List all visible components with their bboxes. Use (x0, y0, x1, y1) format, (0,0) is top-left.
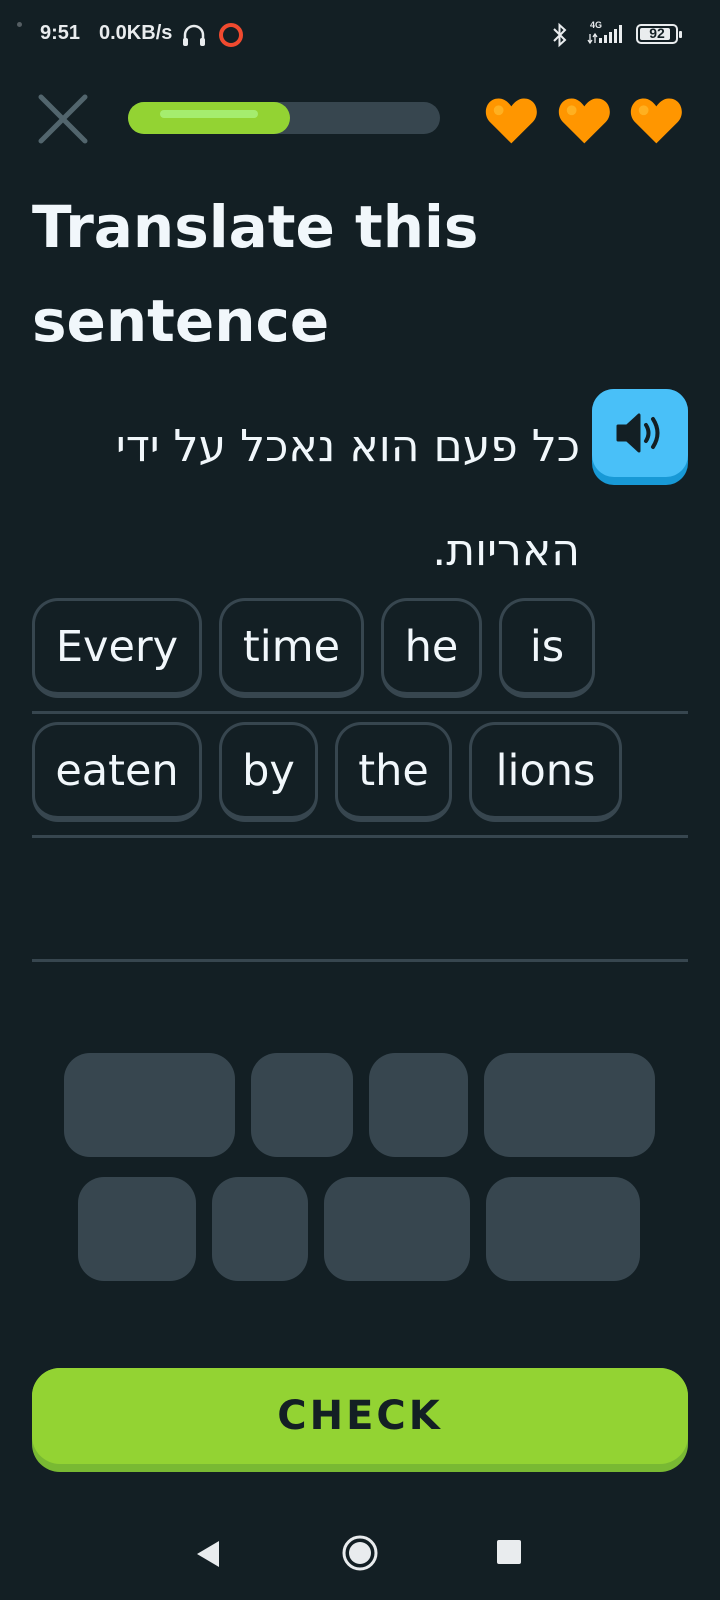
heart-icon (558, 98, 610, 144)
record-ring-icon (219, 23, 243, 47)
bluetooth-icon (553, 22, 567, 48)
recents-icon[interactable] (496, 1539, 522, 1565)
progress-shine (160, 110, 258, 118)
close-icon[interactable] (36, 92, 90, 146)
word-bank-slot (212, 1177, 308, 1281)
page-title: Translate this sentence (32, 193, 479, 355)
speaker-icon (616, 413, 660, 453)
word-bank-slot (64, 1053, 235, 1157)
check-button[interactable]: CHECK (32, 1368, 688, 1472)
prompt-sentence[interactable]: כל פעם הוא נאכל על ידי האריות. (60, 395, 580, 603)
answer-tile[interactable]: lions (469, 722, 622, 822)
answer-tile[interactable]: Every (32, 598, 202, 698)
system-nav-bar (0, 1508, 720, 1600)
home-icon[interactable] (341, 1534, 379, 1572)
answer-line (32, 959, 688, 962)
signal-icon (587, 25, 622, 45)
answer-tile[interactable]: eaten (32, 722, 202, 822)
hearts-group (484, 94, 684, 150)
back-icon[interactable] (195, 1539, 221, 1569)
heart-icon (631, 98, 683, 144)
word-bank-slot (78, 1177, 196, 1281)
answer-tile[interactable]: the (335, 722, 452, 822)
speaker-button[interactable] (592, 389, 688, 485)
headset-icon (183, 24, 205, 46)
status-bar: 9:51 0.0KB/s 4G 92 (0, 0, 720, 70)
camera-dot (17, 22, 22, 27)
progress-fill (128, 102, 290, 134)
check-button-label: CHECK (277, 1393, 443, 1439)
status-net-speed: 0.0KB/s (99, 22, 173, 44)
word-bank-slot (486, 1177, 640, 1281)
answer-tile[interactable]: by (219, 722, 318, 822)
word-bank-slot (484, 1053, 655, 1157)
answer-line (32, 711, 688, 714)
heart-icon (485, 98, 537, 144)
word-bank-slot (251, 1053, 353, 1157)
battery-level: 92 (649, 25, 665, 41)
word-bank-slot (369, 1053, 468, 1157)
word-bank-slot (324, 1177, 470, 1281)
status-time: 9:51 (40, 22, 81, 44)
answer-line (32, 835, 688, 838)
answer-tile[interactable]: time (219, 598, 364, 698)
answer-tile[interactable]: is (499, 598, 595, 698)
lesson-progress-bar (128, 102, 440, 134)
answer-tile[interactable]: he (381, 598, 482, 698)
battery-icon: 92 (636, 24, 682, 44)
